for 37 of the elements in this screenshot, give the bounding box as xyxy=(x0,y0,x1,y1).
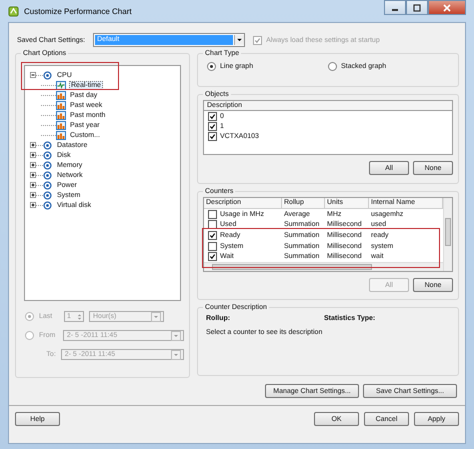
app-icon xyxy=(8,6,19,16)
collapse-icon[interactable] xyxy=(30,72,36,78)
expand-icon[interactable] xyxy=(30,182,36,188)
bar-chart-icon xyxy=(56,110,66,120)
expand-icon[interactable] xyxy=(30,162,36,168)
checkbox[interactable] xyxy=(208,242,217,251)
close-button[interactable] xyxy=(428,0,466,15)
line-chart-icon xyxy=(56,80,66,90)
expand-icon[interactable] xyxy=(30,192,36,198)
expand-icon[interactable] xyxy=(30,142,36,148)
expand-icon[interactable] xyxy=(30,172,36,178)
expand-icon[interactable] xyxy=(30,202,36,208)
bar-chart-icon xyxy=(56,90,66,100)
checkbox[interactable] xyxy=(208,210,217,219)
bar-chart-icon xyxy=(56,120,66,130)
minimize-button[interactable] xyxy=(384,0,406,15)
maximize-icon xyxy=(412,4,422,12)
target-icon xyxy=(43,70,52,80)
caret-icon xyxy=(234,35,244,45)
window-title: Customize Performance Chart xyxy=(24,6,132,16)
checkbox[interactable] xyxy=(208,122,217,130)
close-icon xyxy=(442,4,452,12)
maximize-button[interactable] xyxy=(406,0,428,15)
caret-icon xyxy=(171,350,181,360)
checkbox[interactable] xyxy=(208,231,217,240)
caret-icon xyxy=(151,312,161,322)
bar-chart-icon xyxy=(56,100,66,110)
checkbox[interactable] xyxy=(208,132,217,140)
caret-icon xyxy=(171,330,181,340)
radio-button[interactable] xyxy=(328,62,337,71)
checkbox[interactable] xyxy=(208,252,217,262)
vertical-scrollbar[interactable] xyxy=(443,198,452,271)
bar-chart-icon xyxy=(56,130,66,140)
checkbox[interactable] xyxy=(208,112,217,120)
expand-icon[interactable] xyxy=(30,152,36,158)
spinner-arrows-icon xyxy=(76,312,83,322)
radio-button[interactable] xyxy=(207,62,216,71)
